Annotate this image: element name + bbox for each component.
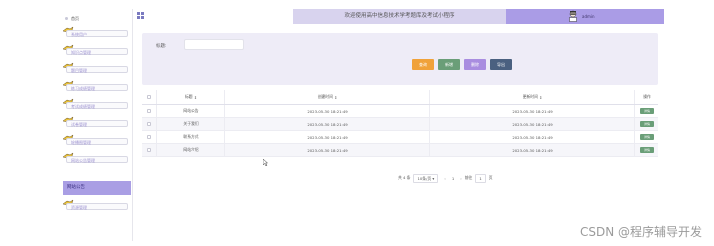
page-size-select[interactable]: 10条/页 ▾ <box>413 173 439 183</box>
sidebar-item-announcement-mgmt[interactable]: 网站公告管理 <box>63 152 131 164</box>
home-icon <box>65 17 68 20</box>
row-checkbox[interactable] <box>147 135 151 139</box>
sidebar-item-papers[interactable]: 试卷管理 <box>63 116 131 128</box>
app-frame: 首页 系统用户 知识点管理 题目管理 练习成绩管理 考试成绩管理 试卷管理 轮播… <box>62 9 664 241</box>
search-input[interactable] <box>184 39 244 50</box>
table-header-row: 标题 ⇕ 创建时间 ⇕ 更新时间 ⇕ 操作 <box>142 90 658 105</box>
cell-updated: 2023-05-30 18:21:49 <box>429 144 635 156</box>
row-checkbox[interactable] <box>147 122 151 126</box>
sidebar-item-label: 练习成绩管理 <box>66 84 128 91</box>
search-label: 标题: <box>156 44 167 49</box>
add-button[interactable]: 新增 <box>438 59 460 70</box>
sort-icon: ⇕ <box>539 94 543 100</box>
page-number[interactable]: 1 <box>452 176 454 181</box>
cell-updated: 2023-05-30 18:21:49 <box>429 131 635 143</box>
cell-updated: 2023-05-30 18:21:49 <box>429 118 635 130</box>
sidebar-item-practice-scores[interactable]: 练习成绩管理 <box>63 80 131 92</box>
sidebar-item-label: 轮播图管理 <box>66 138 128 145</box>
cell-title: 关于我们 <box>156 118 225 130</box>
cell-created: 2023-05-30 18:21:49 <box>224 105 430 117</box>
sidebar-item-label: 题目管理 <box>66 66 128 73</box>
next-page-button[interactable]: › <box>460 176 462 181</box>
table-row: 关于我们 2023-05-30 18:21:49 2023-05-30 18:2… <box>142 118 658 131</box>
table-row: 联系方式 2023-05-30 18:21:49 2023-05-30 18:2… <box>142 131 658 144</box>
prev-page-button[interactable]: ‹ <box>444 176 446 181</box>
cell-updated: 2023-05-30 18:21:49 <box>429 105 635 117</box>
col-header-updated[interactable]: 更新时间 ⇕ <box>429 90 635 104</box>
sidebar-item-questions[interactable]: 题目管理 <box>63 62 131 74</box>
sidebar-home[interactable]: 首页 <box>65 14 127 23</box>
sidebar-item-announcement[interactable]: 网站公告 <box>63 181 131 195</box>
goto-page-input[interactable]: 1 <box>475 173 486 183</box>
sidebar: 首页 系统用户 知识点管理 题目管理 练习成绩管理 考试成绩管理 试卷管理 轮播… <box>62 9 133 241</box>
pagination: 共 4 条 10条/页 ▾ ‹ 1 › 前往 1 页 <box>398 173 493 183</box>
table-row: 网站公告 2023-05-30 18:21:49 2023-05-30 18:2… <box>142 105 658 118</box>
row-checkbox[interactable] <box>147 109 151 113</box>
export-button[interactable]: 导出 <box>490 59 512 70</box>
user-bar[interactable]: admin <box>506 9 664 24</box>
watermark: CSDN @程序辅导开发 <box>579 225 702 239</box>
search-button[interactable]: 查询 <box>412 59 434 70</box>
sidebar-item-label: 试卷管理 <box>66 120 128 127</box>
row-checkbox[interactable] <box>147 148 151 152</box>
sidebar-item-resources[interactable]: 资源管理 <box>63 199 131 211</box>
cell-created: 2023-05-30 18:21:49 <box>224 118 430 130</box>
app-title: 欢迎使用高中信息技术学考题库及考试小程序 <box>293 9 506 24</box>
cell-created: 2023-05-30 18:21:49 <box>224 131 430 143</box>
mouse-cursor-icon <box>263 159 268 166</box>
sidebar-item-label: 知识点管理 <box>66 48 128 55</box>
chevron-down-icon: ▾ <box>432 175 435 181</box>
sort-icon: ⇕ <box>193 94 197 100</box>
sidebar-item-label: 网站公告管理 <box>66 156 128 163</box>
col-header-created[interactable]: 创建时间 ⇕ <box>224 90 430 104</box>
avatar <box>569 10 577 22</box>
cell-title: 网站公告 <box>156 105 225 117</box>
page-unit: 页 <box>488 175 493 180</box>
sidebar-item-users[interactable]: 系统用户 <box>63 26 131 38</box>
total-count: 共 4 条 <box>398 175 411 180</box>
table-row: 网站介绍 2023-05-30 18:21:49 2023-05-30 18:2… <box>142 144 658 157</box>
sidebar-item-knowledge[interactable]: 知识点管理 <box>63 44 131 56</box>
search-panel: 标题: 查询 新增 删除 导出 <box>142 33 658 85</box>
sidebar-item-label: 系统用户 <box>66 30 128 37</box>
menu-toggle-icon[interactable] <box>137 12 144 19</box>
detail-button[interactable]: 详情 <box>640 134 654 140</box>
col-header-action: 操作 <box>634 90 659 104</box>
col-header-title[interactable]: 标题 ⇕ <box>156 90 225 104</box>
sidebar-home-label: 首页 <box>71 15 79 21</box>
detail-button[interactable]: 详情 <box>640 108 654 114</box>
sidebar-item-exam-scores[interactable]: 考试成绩管理 <box>63 98 131 110</box>
detail-button[interactable]: 详情 <box>640 121 654 127</box>
detail-button[interactable]: 详情 <box>640 147 654 153</box>
sidebar-item-label: 考试成绩管理 <box>66 102 128 109</box>
sidebar-item-carousel[interactable]: 轮播图管理 <box>63 134 131 146</box>
user-name: admin <box>582 14 595 19</box>
cell-title: 网站介绍 <box>156 144 225 156</box>
sort-icon: ⇕ <box>334 94 338 100</box>
topbar: 欢迎使用高中信息技术学考题库及考试小程序 admin <box>133 9 664 24</box>
delete-button[interactable]: 删除 <box>464 59 486 70</box>
data-table: 标题 ⇕ 创建时间 ⇕ 更新时间 ⇕ 操作 网站公告 2023-05-30 18… <box>142 90 658 157</box>
sidebar-item-label: 资源管理 <box>66 203 128 210</box>
cell-created: 2023-05-30 18:21:49 <box>224 144 430 156</box>
cell-title: 联系方式 <box>156 131 225 143</box>
select-all-checkbox[interactable] <box>147 95 151 99</box>
goto-label: 前往 <box>464 175 473 180</box>
